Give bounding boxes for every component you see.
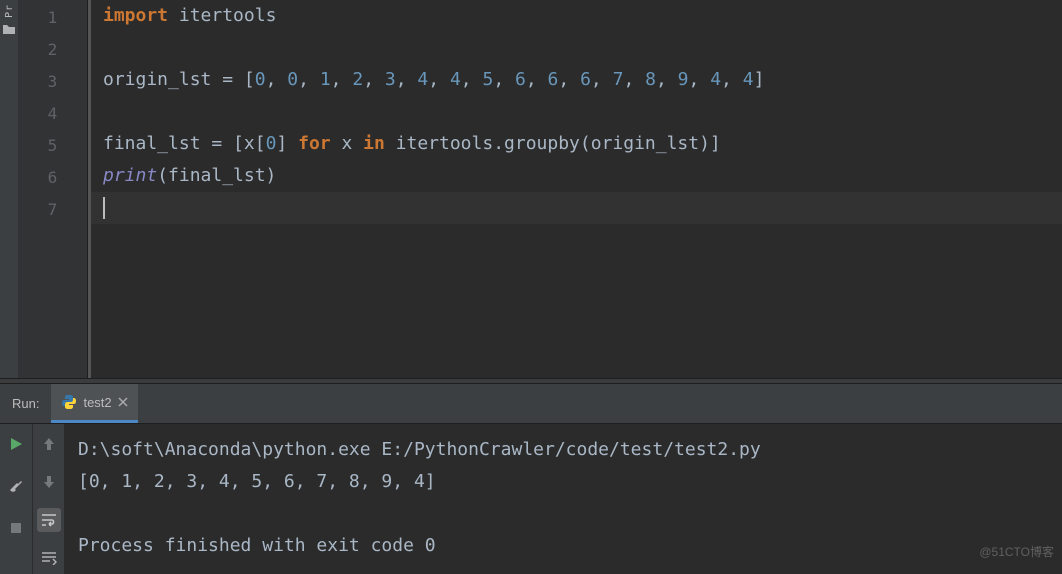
- line-number: 1: [18, 2, 87, 34]
- run-tool-column-left: [0, 424, 32, 574]
- folder-icon: [3, 24, 15, 34]
- stop-button[interactable]: [4, 516, 28, 540]
- run-tab-label: test2: [83, 395, 111, 410]
- code-line: ​: [103, 96, 1062, 128]
- editor-area: Pr 1 2 3 4 5 6 7 import itertools ​ orig…: [0, 0, 1062, 378]
- debug-settings-button[interactable]: [4, 474, 28, 498]
- close-icon[interactable]: [118, 397, 128, 407]
- run-panel-label: Run:: [0, 396, 51, 411]
- line-gutter: 1 2 3 4 5 6 7: [18, 0, 88, 378]
- down-arrow-icon[interactable]: [37, 470, 61, 494]
- run-header: Run: test2: [0, 384, 1062, 424]
- code-line: import itertools: [103, 0, 1062, 32]
- code-line: ​: [103, 32, 1062, 64]
- code-line: final_lst = [x[0] for x in itertools.gro…: [103, 128, 1062, 160]
- code-editor[interactable]: import itertools ​ origin_lst = [0, 0, 1…: [88, 0, 1062, 378]
- caret: [103, 197, 105, 219]
- line-number: 5: [18, 130, 87, 162]
- code-line: print(final_lst): [103, 160, 1062, 192]
- line-number: 2: [18, 34, 87, 66]
- project-tool-strip[interactable]: Pr: [0, 0, 18, 378]
- project-label: Pr: [4, 4, 15, 18]
- console-line: Process finished with exit code 0: [78, 530, 1048, 562]
- run-panel: Run: test2: [0, 384, 1062, 574]
- line-number: 6: [18, 162, 87, 194]
- line-number: 7: [18, 194, 87, 226]
- line-number: 3: [18, 66, 87, 98]
- scroll-to-end-button[interactable]: [37, 546, 61, 570]
- soft-wrap-button[interactable]: [37, 508, 61, 532]
- console-line: D:\soft\Anaconda\python.exe E:/PythonCra…: [78, 434, 1048, 466]
- run-tab[interactable]: test2: [51, 384, 137, 423]
- code-line: origin_lst = [0, 0, 1, 2, 3, 4, 4, 5, 6,…: [103, 64, 1062, 96]
- ide-window: Pr 1 2 3 4 5 6 7 import itertools ​ orig…: [0, 0, 1062, 574]
- console-line: [0, 1, 2, 3, 4, 5, 6, 7, 8, 9, 4]: [78, 466, 1048, 498]
- console-output[interactable]: D:\soft\Anaconda\python.exe E:/PythonCra…: [64, 424, 1062, 574]
- run-body: D:\soft\Anaconda\python.exe E:/PythonCra…: [0, 424, 1062, 574]
- console-line: ​: [78, 498, 1048, 530]
- python-icon: [61, 394, 77, 410]
- run-tool-column-right: [32, 424, 64, 574]
- code-line: [103, 192, 1062, 224]
- up-arrow-icon[interactable]: [37, 432, 61, 456]
- watermark: @51CTO博客: [979, 536, 1054, 568]
- rerun-button[interactable]: [4, 432, 28, 456]
- line-number: 4: [18, 98, 87, 130]
